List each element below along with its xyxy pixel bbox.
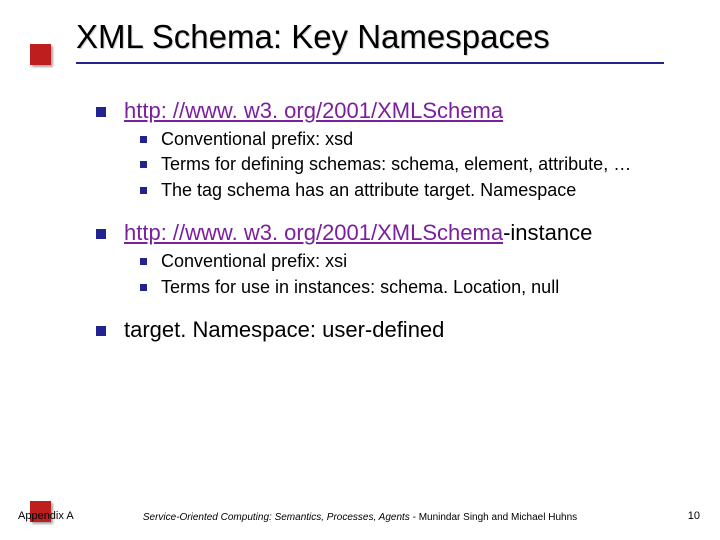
bullet-level2: Conventional prefix: xsi [140, 250, 686, 273]
title-underline [76, 62, 664, 64]
accent-square-top [30, 44, 51, 65]
title-wrap: XML Schema: Key Namespaces [76, 18, 550, 56]
square-bullet-icon [140, 136, 147, 143]
level2-text: Terms for defining schemas: schema, elem… [161, 153, 686, 176]
level2-group: Conventional prefix: xsi Terms for use i… [140, 250, 686, 299]
bullet-level1: http: //www. w3. org/2001/XMLSchema-inst… [96, 220, 686, 246]
square-bullet-icon [140, 161, 147, 168]
bullet-level1: target. Namespace: user-defined [96, 317, 686, 343]
slide-title: XML Schema: Key Namespaces [76, 18, 550, 56]
square-bullet-icon [96, 107, 106, 117]
level1-text: target. Namespace: user-defined [124, 317, 686, 343]
bullet-level2: Terms for use in instances: schema. Loca… [140, 276, 686, 299]
square-bullet-icon [140, 187, 147, 194]
slide-body: http: //www. w3. org/2001/XMLSchema Conv… [96, 90, 686, 347]
level2-group: Conventional prefix: xsd Terms for defin… [140, 128, 686, 202]
level1-text: http: //www. w3. org/2001/XMLSchema [124, 98, 686, 124]
bullet-level2: The tag schema has an attribute target. … [140, 179, 686, 202]
level1-text: http: //www. w3. org/2001/XMLSchema-inst… [124, 220, 686, 246]
level2-text: The tag schema has an attribute target. … [161, 179, 686, 202]
square-bullet-icon [96, 229, 106, 239]
bullet-level2: Conventional prefix: xsd [140, 128, 686, 151]
footer-authors: - Munindar Singh and Michael Huhns [410, 512, 577, 523]
namespace-link[interactable]: http: //www. w3. org/2001/XMLSchema [124, 220, 503, 245]
bullet-level2: Terms for defining schemas: schema, elem… [140, 153, 686, 176]
level1-suffix: -instance [503, 220, 592, 245]
level2-text: Conventional prefix: xsi [161, 250, 686, 273]
footer-book-title: Service-Oriented Computing: Semantics, P… [143, 512, 410, 523]
square-bullet-icon [96, 326, 106, 336]
namespace-link[interactable]: http: //www. w3. org/2001/XMLSchema [124, 98, 503, 123]
footer-center: Service-Oriented Computing: Semantics, P… [0, 512, 720, 523]
slide: XML Schema: Key Namespaces http: //www. … [0, 0, 720, 540]
slide-number: 10 [688, 510, 700, 522]
square-bullet-icon [140, 258, 147, 265]
level2-text: Conventional prefix: xsd [161, 128, 686, 151]
bullet-level1: http: //www. w3. org/2001/XMLSchema [96, 98, 686, 124]
square-bullet-icon [140, 284, 147, 291]
level2-text: Terms for use in instances: schema. Loca… [161, 276, 686, 299]
